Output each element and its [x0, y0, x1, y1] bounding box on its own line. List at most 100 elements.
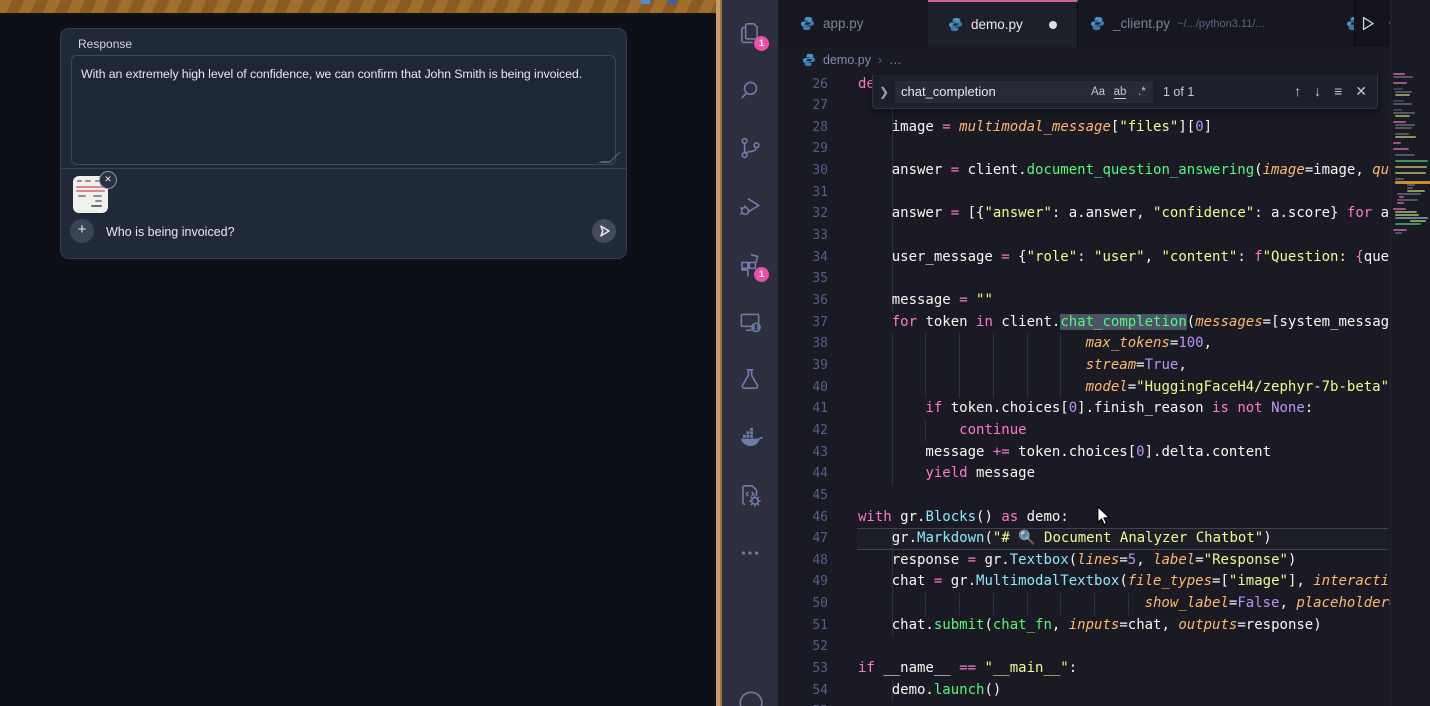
minimap-row — [1395, 94, 1410, 96]
find-previous-icon[interactable]: ↑ — [1294, 83, 1301, 100]
extensions-icon[interactable]: 1 — [737, 251, 763, 277]
account-icon[interactable] — [737, 689, 763, 706]
code-line-51[interactable]: 51 chat.submit(chat_fn, inputs=chat, out… — [778, 615, 1390, 637]
code-line-46[interactable]: 46with gr.Blocks() as demo: — [778, 507, 1390, 529]
code-line-47[interactable]: 47 gr.Markdown("# 🔍 Document Analyzer Ch… — [778, 528, 1390, 550]
line-number[interactable]: 39 — [778, 355, 828, 377]
code-line-35[interactable]: 35 — [778, 268, 1390, 290]
send-button[interactable] — [592, 219, 616, 243]
minimap-row — [1393, 73, 1405, 75]
line-number[interactable]: 37 — [778, 312, 828, 334]
find-in-selection-icon[interactable]: ≡ — [1334, 83, 1342, 100]
run-config-file-icon[interactable] — [737, 482, 763, 508]
find-results-count: 1 of 1 — [1163, 85, 1194, 99]
line-number[interactable]: 47 — [778, 528, 828, 550]
code-line-28[interactable]: 28 image = multimodal_message["files"][0… — [778, 117, 1390, 139]
code-text: answer = client.document_question_answer… — [858, 160, 1390, 182]
response-textarea[interactable]: With an extremely high level of confiden… — [71, 55, 616, 165]
line-number[interactable]: 46 — [778, 507, 828, 529]
add-file-button[interactable]: + — [70, 219, 94, 243]
indent-guide — [892, 225, 893, 247]
code-text: continue — [858, 420, 1027, 442]
line-number[interactable]: 42 — [778, 420, 828, 442]
line-number[interactable]: 33 — [778, 225, 828, 247]
code-line-44[interactable]: 44 yield message — [778, 463, 1390, 485]
code-line-43[interactable]: 43 message += token.choices[0].delta.con… — [778, 442, 1390, 464]
find-input[interactable] — [895, 84, 1087, 99]
code-line-37[interactable]: 37 for token in client.chat_completion(m… — [778, 312, 1390, 334]
minimap-row — [1393, 142, 1401, 144]
code-text: yield message — [858, 463, 1035, 485]
code-line-53[interactable]: 53if __name__ == "__main__": — [778, 658, 1390, 680]
line-number[interactable]: 51 — [778, 615, 828, 637]
remove-attachment-button[interactable]: ✕ — [99, 171, 117, 189]
code-line-29[interactable]: 29 — [778, 138, 1390, 160]
code-line-48[interactable]: 48 response = gr.Textbox(lines=5, label=… — [778, 550, 1390, 572]
minimap-row — [1393, 208, 1406, 210]
remote-explorer-icon[interactable] — [737, 309, 763, 335]
line-number[interactable]: 35 — [778, 268, 828, 290]
explorer-icon[interactable]: 1 — [737, 20, 763, 46]
code-line-38[interactable]: 38 max_tokens=100, — [778, 333, 1390, 355]
code-line-42[interactable]: 42 continue — [778, 420, 1390, 442]
chat-message-input[interactable] — [104, 219, 528, 245]
code-line-40[interactable]: 40 model="HuggingFaceH4/zephyr-7b-beta") — [778, 377, 1390, 399]
line-number[interactable]: 45 — [778, 485, 828, 507]
code-line-33[interactable]: 33 — [778, 225, 1390, 247]
code-line-52[interactable]: 52 — [778, 636, 1390, 658]
line-number[interactable]: 30 — [778, 160, 828, 182]
code-line-31[interactable]: 31 — [778, 182, 1390, 204]
line-number[interactable]: 41 — [778, 398, 828, 420]
code-line-32[interactable]: 32 answer = [{"answer": a.answer, "confi… — [778, 203, 1390, 225]
code-line-54[interactable]: 54 demo.launch() — [778, 680, 1390, 702]
find-next-icon[interactable]: ↓ — [1314, 83, 1321, 100]
line-number[interactable]: 38 — [778, 333, 828, 355]
code-line-45[interactable]: 45 — [778, 485, 1390, 507]
close-find-icon[interactable]: ✕ — [1355, 83, 1367, 100]
line-number[interactable]: 52 — [778, 636, 828, 658]
code-line-30[interactable]: 30 answer = client.document_question_ans… — [778, 160, 1390, 182]
line-number[interactable]: 48 — [778, 550, 828, 572]
chat-panel: Response With an extremely high level of… — [60, 28, 627, 259]
code-line-50[interactable]: 50 show_label=False, placeholder="Ask a … — [778, 593, 1390, 615]
search-icon[interactable] — [737, 77, 763, 103]
line-number[interactable]: 49 — [778, 571, 828, 593]
more-views-icon[interactable] — [737, 540, 763, 566]
line-number[interactable]: 43 — [778, 442, 828, 464]
line-number[interactable]: 54 — [778, 680, 828, 702]
line-number[interactable]: 32 — [778, 203, 828, 225]
code-line-36[interactable]: 36 message = "" — [778, 290, 1390, 312]
docker-icon[interactable] — [737, 424, 763, 450]
minimap-row — [1393, 229, 1407, 231]
line-number[interactable]: 27 — [778, 95, 828, 117]
code-line-34[interactable]: 34 user_message = {"role": "user", "cont… — [778, 247, 1390, 269]
line-number[interactable]: 31 — [778, 182, 828, 204]
line-number[interactable]: 40 — [778, 377, 828, 399]
line-number[interactable]: 53 — [778, 658, 828, 680]
code-line-39[interactable]: 39 stream=True, — [778, 355, 1390, 377]
match-case-toggle[interactable]: Aa — [1087, 86, 1109, 98]
testing-flask-icon[interactable] — [737, 366, 763, 392]
line-number[interactable]: 36 — [778, 290, 828, 312]
minimap-row — [1395, 217, 1428, 219]
minimap[interactable] — [1390, 0, 1430, 706]
line-number[interactable]: 28 — [778, 117, 828, 139]
run-debug-icon[interactable] — [737, 193, 763, 219]
indent-guide — [892, 138, 893, 160]
line-number[interactable]: 29 — [778, 138, 828, 160]
minimap-row — [1393, 148, 1409, 150]
regex-toggle[interactable]: .* — [1131, 86, 1153, 98]
code-line-41[interactable]: 41 if token.choices[0].finish_reason is … — [778, 398, 1390, 420]
source-control-icon[interactable] — [737, 135, 763, 161]
toggle-replace-icon[interactable]: ❯ — [873, 85, 895, 99]
code-line-55[interactable]: 55 — [778, 701, 1390, 706]
line-number[interactable]: 44 — [778, 463, 828, 485]
line-number[interactable]: 26 — [778, 74, 828, 96]
code-text: user_message = {"role": "user", "content… — [858, 247, 1390, 269]
code-line-49[interactable]: 49 chat = gr.MultimodalTextbox(file_type… — [778, 571, 1390, 593]
line-number[interactable]: 34 — [778, 247, 828, 269]
line-number[interactable]: 55 — [778, 701, 828, 706]
minimap-row — [1395, 160, 1428, 162]
line-number[interactable]: 50 — [778, 593, 828, 615]
whole-word-toggle[interactable]: ab — [1109, 86, 1131, 98]
